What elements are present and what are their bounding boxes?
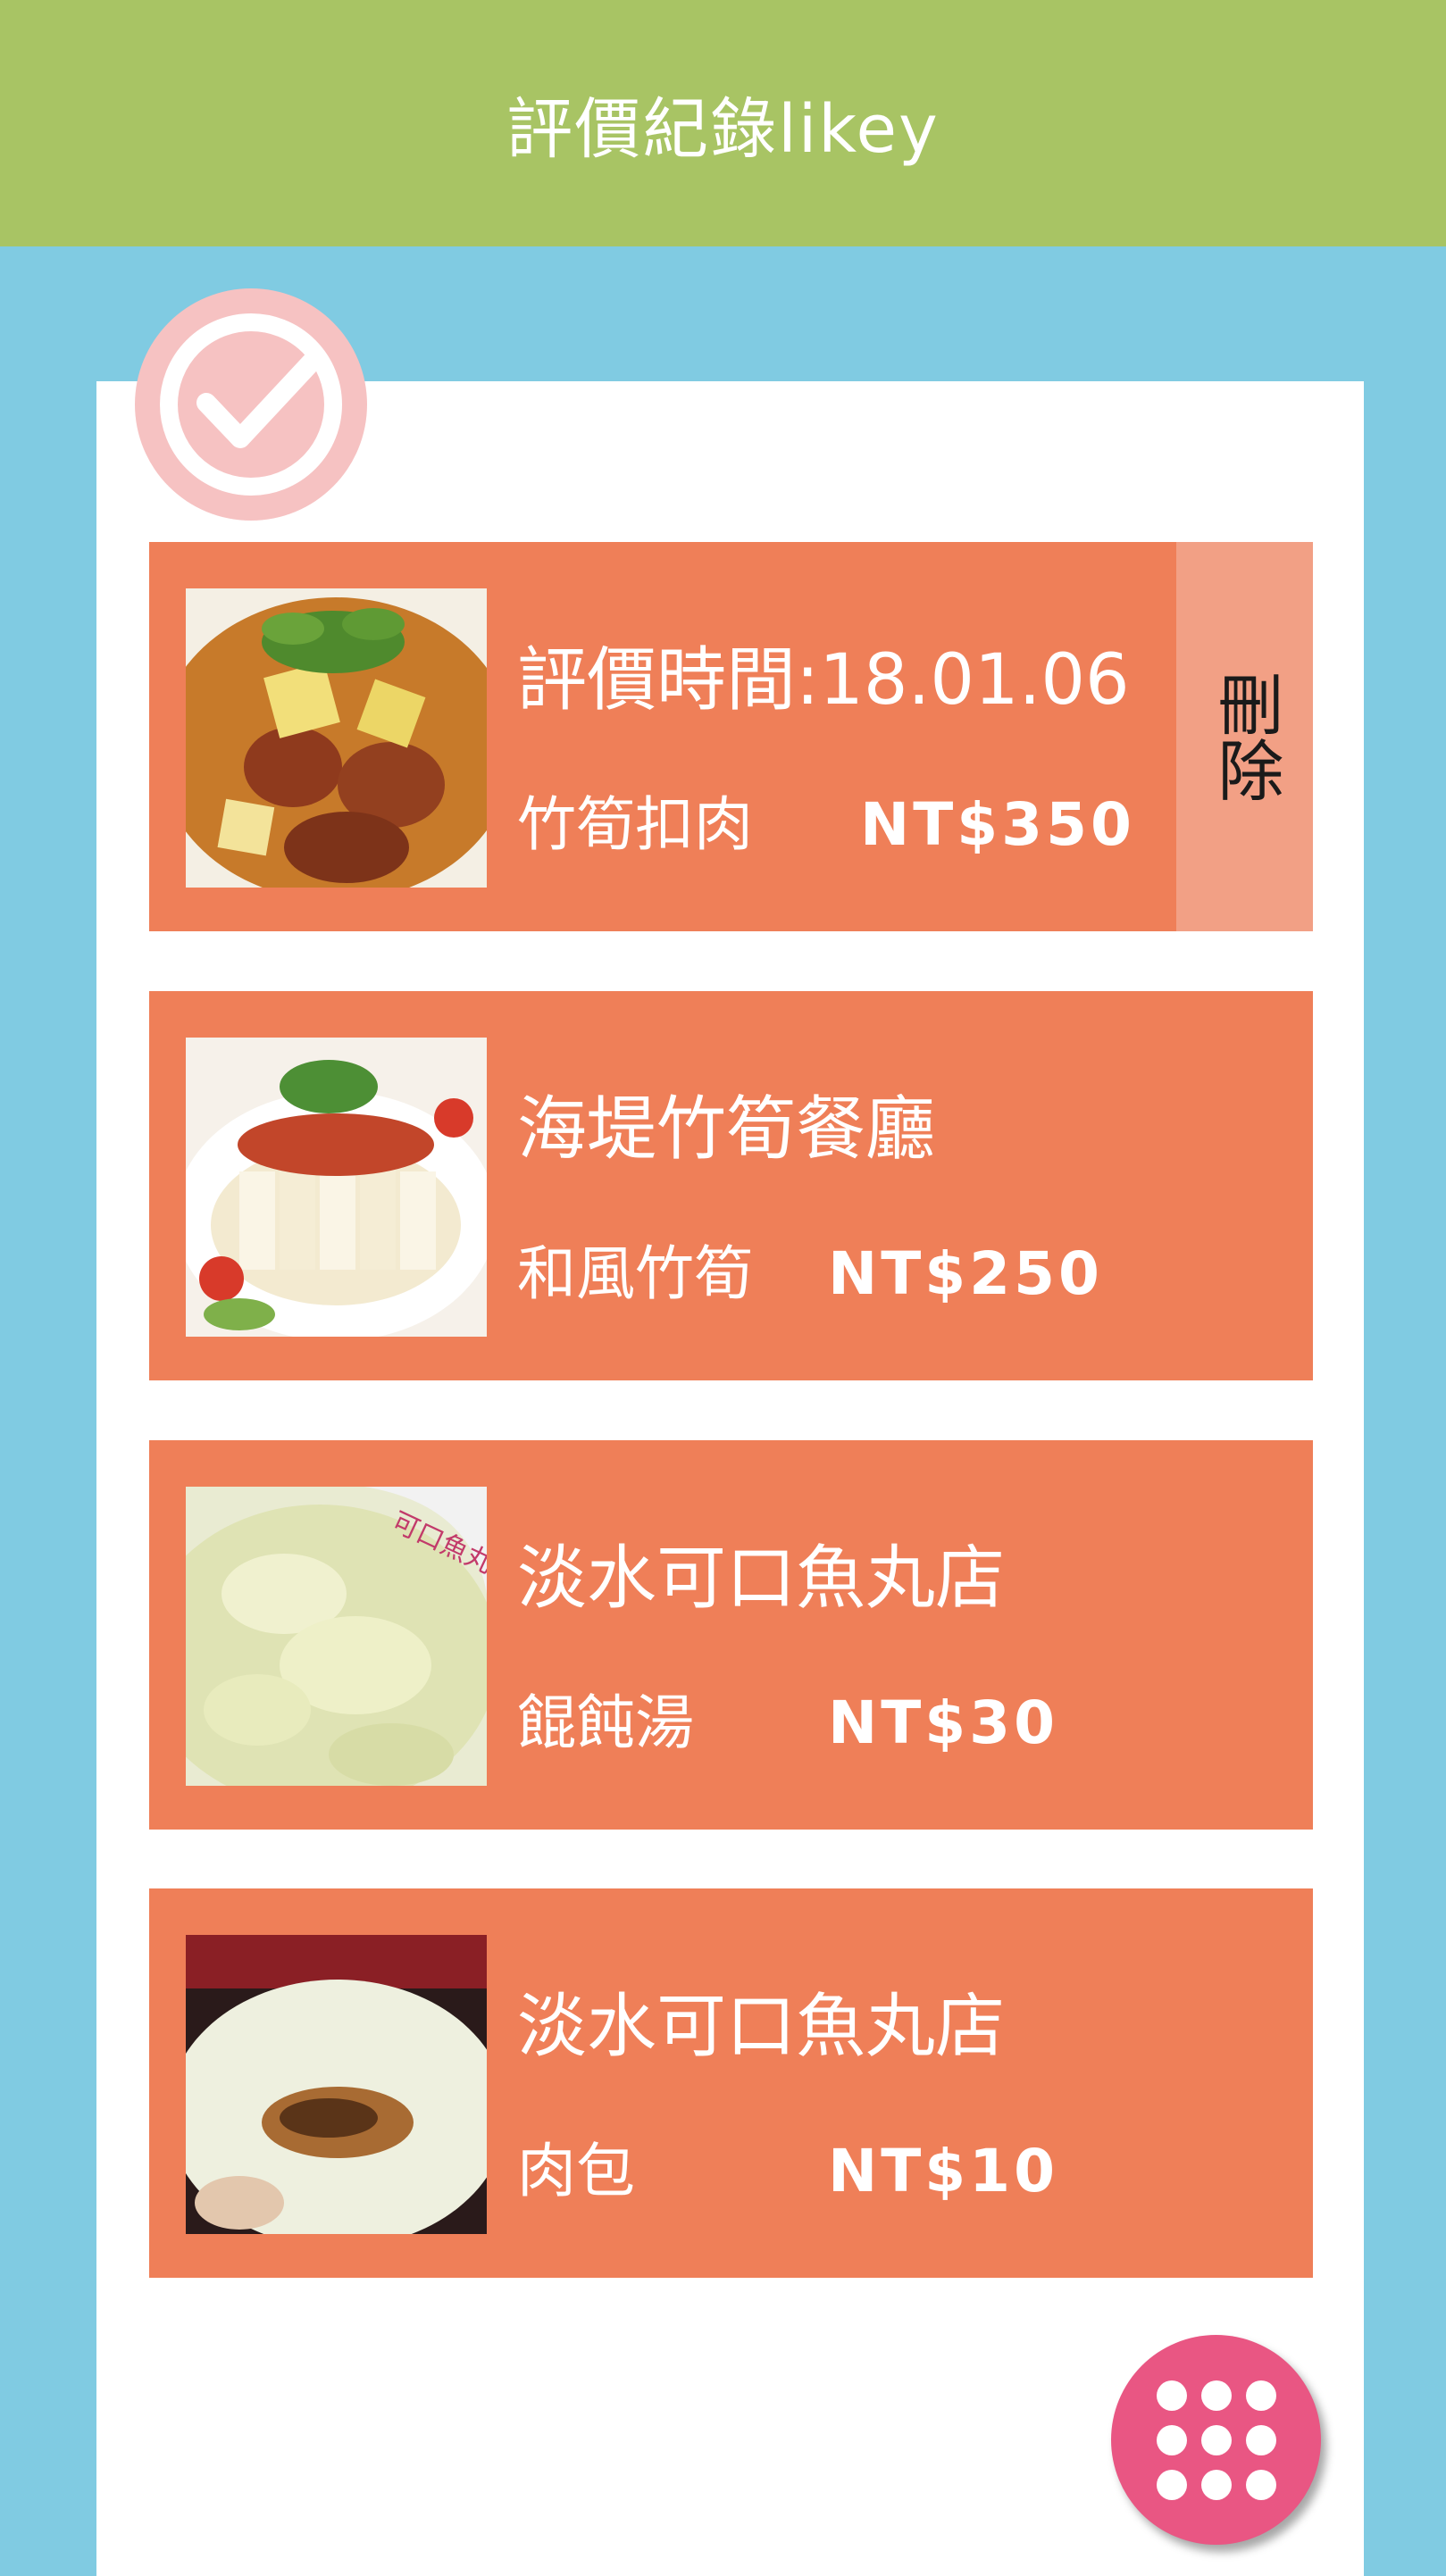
bamboo-shoot-salad-photo [186,1038,487,1337]
app-header: 評價紀錄likey [0,0,1446,246]
dish-name: 餛飩湯 [517,1688,694,1757]
app-grid-button[interactable] [1111,2335,1321,2545]
record-details: 肉包 NT$10 [517,2123,1058,2209]
record-title: 評價時間:18.01.06 [517,640,1130,721]
wonton-soup-photo: 可口魚丸 [186,1487,487,1786]
record-card-3[interactable]: 可口魚丸 淡水可口魚丸店 餛飩湯 NT$30 [149,1440,1313,1830]
delete-button[interactable]: 刪除 [1176,542,1313,931]
record-title: 淡水可口魚丸店 [517,1538,1006,1619]
record-card-4[interactable]: 淡水可口魚丸店 肉包 NT$10 [149,1888,1313,2278]
dish-price: NT$30 [828,1688,1059,1757]
dish-price: NT$10 [828,2137,1059,2205]
dish-price: NT$350 [860,790,1135,859]
delete-label: 刪除 [1207,671,1284,803]
record-title: 海堤竹筍餐廳 [517,1089,936,1170]
record-card-1[interactable]: 評價時間:18.01.06 竹筍扣肉 NT$350 刪除 [149,542,1313,931]
braised-pork-bamboo-photo [186,588,487,888]
record-card-2[interactable]: 海堤竹筍餐廳 和風竹筍 NT$250 [149,991,1313,1380]
meat-bun-photo [186,1935,487,2234]
dish-name: 肉包 [517,2137,635,2205]
app-grid-icon [1156,2380,1276,2500]
record-details: 餛飩湯 NT$30 [517,1675,1058,1761]
record-details: 竹筍扣肉 NT$350 [517,777,1135,863]
record-title: 淡水可口魚丸店 [517,1987,1006,2067]
record-details: 和風竹筍 NT$250 [517,1226,1103,1312]
app-title: 評價紀錄likey [506,90,940,168]
check-circle-icon [135,288,367,521]
dish-price: NT$250 [828,1239,1103,1308]
dish-name: 竹筍扣肉 [517,790,753,859]
dish-name: 和風竹筍 [517,1239,753,1308]
